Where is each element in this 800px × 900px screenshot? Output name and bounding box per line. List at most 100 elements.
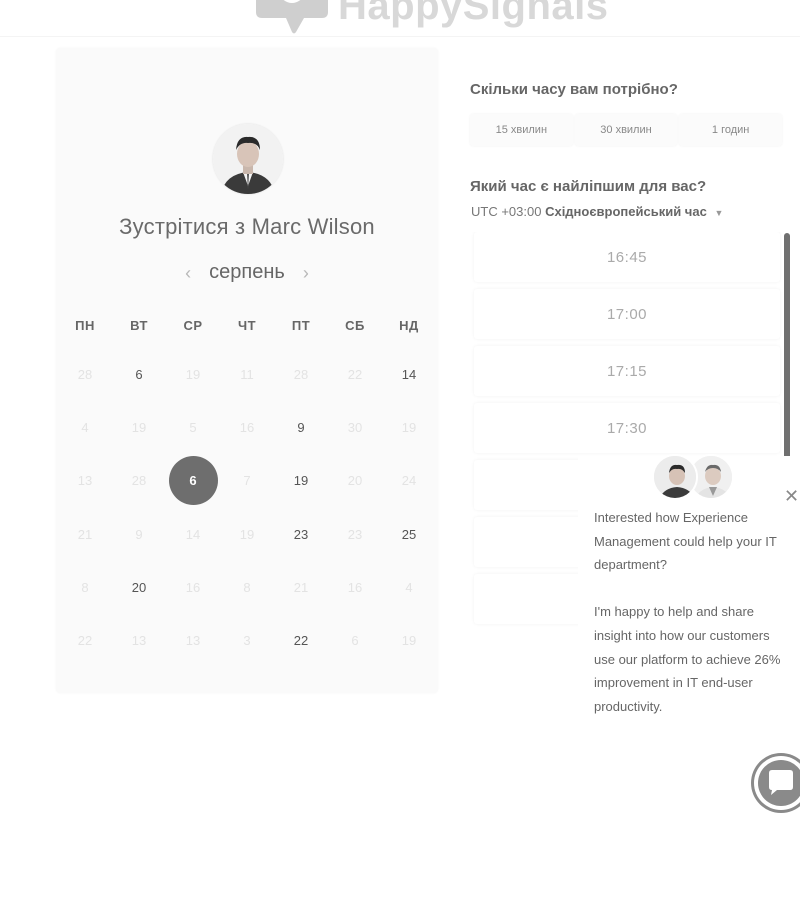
- calendar-day: 24: [382, 454, 436, 507]
- close-icon[interactable]: ✕: [784, 486, 799, 506]
- weekday-label: СБ: [345, 318, 365, 333]
- calendar-day: 4: [382, 561, 436, 614]
- time-slot-scrollbar[interactable]: [784, 233, 790, 473]
- header-divider: [0, 36, 800, 37]
- logo-text: HappySignals: [338, 0, 609, 28]
- duration-options: 15 хвилин 30 хвилин 1 годин: [470, 114, 782, 146]
- chat-bubble-icon: [754, 756, 800, 810]
- time-slot[interactable]: 17:15: [474, 346, 780, 396]
- calendar-day[interactable]: 23: [274, 508, 328, 561]
- calendar-day: 7: [220, 454, 274, 507]
- calendar-day-number: 4: [81, 420, 89, 436]
- time-question: Який час є найліпшим для вас?: [470, 178, 707, 195]
- duration-question: Скільки часу вам потрібно?: [470, 81, 678, 98]
- calendar-day: 16: [166, 561, 220, 614]
- calendar-day: 23: [328, 508, 382, 561]
- calendar-day-number: 22: [77, 633, 93, 649]
- calendar-day-number: 19: [401, 633, 417, 649]
- calendar-day-number: 22: [293, 633, 309, 649]
- calendar-day-number: 23: [347, 526, 363, 542]
- calendar-day: 16: [328, 561, 382, 614]
- time-slot[interactable]: 16:45: [474, 232, 780, 282]
- weekday-label: ПН: [75, 318, 95, 333]
- duration-option[interactable]: 1 годин: [679, 114, 782, 146]
- calendar-day-number: 11: [240, 367, 254, 383]
- chevron-right-icon[interactable]: ›: [299, 263, 313, 283]
- calendar-day-number: 8: [243, 579, 251, 595]
- timezone-selector[interactable]: UTC +03:00 Східноєвропейський час ▼: [471, 204, 723, 219]
- calendar-day-number: 21: [293, 579, 309, 595]
- calendar-grid: 28 6 19 11 28 22 14 4 19 5 16 9 30 19 13 28 6 7 19 20 24 21 9 1…: [58, 348, 436, 667]
- calendar-day: 14: [166, 508, 220, 561]
- meeting-title: Зустрітися з Marc Wilson: [56, 214, 438, 240]
- weekday-label: ВТ: [130, 318, 148, 333]
- calendar-day-number: 28: [77, 367, 93, 383]
- calendar-day: 22: [58, 614, 112, 667]
- calendar-day-number: 6: [168, 456, 218, 506]
- calendar-day: 19: [220, 508, 274, 561]
- calendar-day-number: 30: [347, 420, 363, 436]
- month-label: серпень: [209, 261, 285, 283]
- calendar-day-number: 14: [401, 367, 417, 383]
- calendar-day: 9: [112, 508, 166, 561]
- chevron-left-icon[interactable]: ‹: [181, 263, 195, 283]
- logo[interactable]: HappySignals: [256, 0, 609, 34]
- calendar-day[interactable]: 25: [382, 508, 436, 561]
- calendar-day-number: 13: [77, 473, 93, 489]
- time-slot[interactable]: 17:30: [474, 403, 780, 453]
- calendar-day-number: 13: [185, 633, 201, 649]
- month-navigation: ‹ серпень ›: [56, 261, 438, 284]
- calendar-day: 21: [274, 561, 328, 614]
- calendar-day[interactable]: 14: [382, 348, 436, 401]
- calendar-day: 19: [382, 614, 436, 667]
- calendar-day: 13: [112, 614, 166, 667]
- calendar-day: 19: [112, 401, 166, 454]
- caret-down-icon: ▼: [714, 208, 724, 218]
- calendar-day[interactable]: 19: [274, 454, 328, 507]
- weekday-header: ПН ВТ СР ЧТ ПТ СБ НД: [58, 318, 436, 333]
- calendar-day: 5: [166, 401, 220, 454]
- time-slot[interactable]: 17:00: [474, 289, 780, 339]
- calendar-day-number: 14: [185, 526, 201, 542]
- calendar-day: 28: [112, 454, 166, 507]
- calendar-day-number: 25: [401, 526, 417, 542]
- host-avatar: [213, 124, 283, 194]
- calendar-day-number: 6: [135, 367, 143, 383]
- calendar-day-number: 8: [81, 579, 89, 595]
- weekday-label: СР: [183, 318, 203, 333]
- calendar-day-number: 28: [293, 367, 309, 383]
- calendar-day: 20: [328, 454, 382, 507]
- chat-popup: ✕ Interested how Experience Management c…: [578, 454, 800, 726]
- calendar-day-number: 16: [347, 579, 363, 595]
- calendar-day-number: 24: [401, 473, 417, 489]
- chat-launcher-button[interactable]: [751, 753, 800, 813]
- calendar-day-number: 9: [135, 526, 143, 542]
- weekday-label: ПТ: [291, 318, 311, 333]
- calendar-day: 13: [166, 614, 220, 667]
- calendar-day[interactable]: 22: [274, 614, 328, 667]
- calendar-day[interactable]: 20: [112, 561, 166, 614]
- person-photo-icon: [654, 456, 696, 498]
- host-name: Marc Wilson: [251, 214, 375, 239]
- calendar-day-selected[interactable]: 6: [166, 454, 220, 507]
- chat-agent-avatars: [652, 454, 736, 502]
- calendar-day: 8: [220, 561, 274, 614]
- calendar-day-number: 4: [405, 579, 413, 595]
- calendar-day-number: 19: [401, 420, 417, 436]
- calendar-day: 13: [58, 454, 112, 507]
- weekday-label: ЧТ: [237, 318, 257, 333]
- calendar-day: 22: [328, 348, 382, 401]
- calendar-day-number: 19: [185, 367, 201, 383]
- calendar-day: 28: [274, 348, 328, 401]
- chat-agent-avatar: [652, 454, 698, 500]
- duration-option[interactable]: 15 хвилин: [470, 114, 573, 146]
- calendar-day-number: 16: [185, 579, 201, 595]
- calendar-day[interactable]: 6: [112, 348, 166, 401]
- calendar-day-number: 7: [243, 473, 251, 489]
- duration-option[interactable]: 30 хвилин: [574, 114, 678, 146]
- calendar-day: 11: [220, 348, 274, 401]
- chat-message-1: Interested how Experience Management cou…: [594, 510, 777, 573]
- calendar-day[interactable]: 9: [274, 401, 328, 454]
- calendar-day-number: 28: [131, 473, 147, 489]
- calendar-day-number: 22: [347, 367, 363, 383]
